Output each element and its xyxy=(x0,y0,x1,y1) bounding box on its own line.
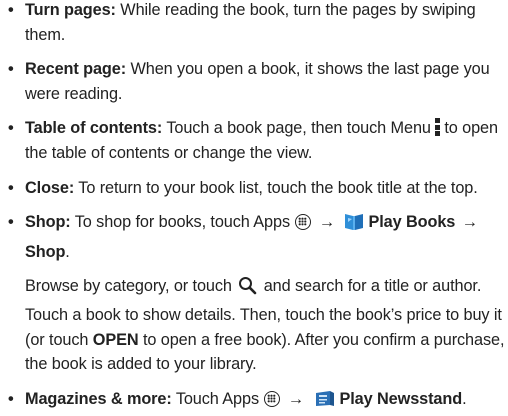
play-newsstand-label: Play Newsstand xyxy=(339,389,463,408)
period: . xyxy=(65,242,70,261)
menu-icon xyxy=(434,118,440,137)
play-newsstand-icon xyxy=(313,387,337,416)
shop-paragraph: Browse by category, or touch and search … xyxy=(8,274,508,376)
play-books-icon xyxy=(343,210,365,240)
browse-text: Browse by category, or touch xyxy=(25,277,232,296)
bullet: • xyxy=(8,389,14,408)
list-item-close: • Close: To return to your book list, to… xyxy=(8,176,508,201)
arrow: → xyxy=(287,389,305,408)
search-icon xyxy=(238,276,257,303)
help-page: • Turn pages: While reading the book, tu… xyxy=(0,0,508,408)
open-label: OPEN xyxy=(92,330,139,349)
term-close: Close: xyxy=(25,178,75,197)
text-shop-before: To shop for books, touch Apps xyxy=(70,213,290,232)
text-magazines: Touch Apps xyxy=(171,389,259,408)
list-item-turn-pages: • Turn pages: While reading the book, tu… xyxy=(8,0,508,47)
bullet: • xyxy=(8,178,14,197)
shop-label: Shop xyxy=(25,242,66,261)
term-turn-pages: Turn pages: xyxy=(25,1,116,19)
apps-icon xyxy=(264,390,281,407)
bullet: • xyxy=(8,119,14,138)
text-close: To return to your book list, touch the b… xyxy=(74,178,478,197)
bullet: • xyxy=(8,1,14,19)
term-magazines: Magazines & more: xyxy=(25,389,172,408)
period: . xyxy=(462,389,467,408)
play-books-label: Play Books xyxy=(368,213,456,232)
apps-icon xyxy=(295,214,312,231)
arrow: → xyxy=(318,213,336,232)
arrow: → xyxy=(461,213,478,232)
bullet: • xyxy=(8,213,14,232)
bullet: • xyxy=(8,60,14,79)
list-item-recent-page: • Recent page: When you open a book, it … xyxy=(8,57,508,106)
list-item-shop: • Shop: To shop for books, touch Apps → … xyxy=(8,210,508,264)
term-table-of-contents: Table of contents: xyxy=(25,119,163,138)
list-item-magazines: • Magazines & more: Touch Apps → Play Ne… xyxy=(8,387,508,416)
term-shop: Shop: xyxy=(25,213,71,232)
text-toc-before: Touch a book page, then touch Menu xyxy=(162,119,431,138)
list-item-table-of-contents: • Table of contents: Touch a book page, … xyxy=(8,116,508,165)
term-recent-page: Recent page: xyxy=(25,60,127,79)
